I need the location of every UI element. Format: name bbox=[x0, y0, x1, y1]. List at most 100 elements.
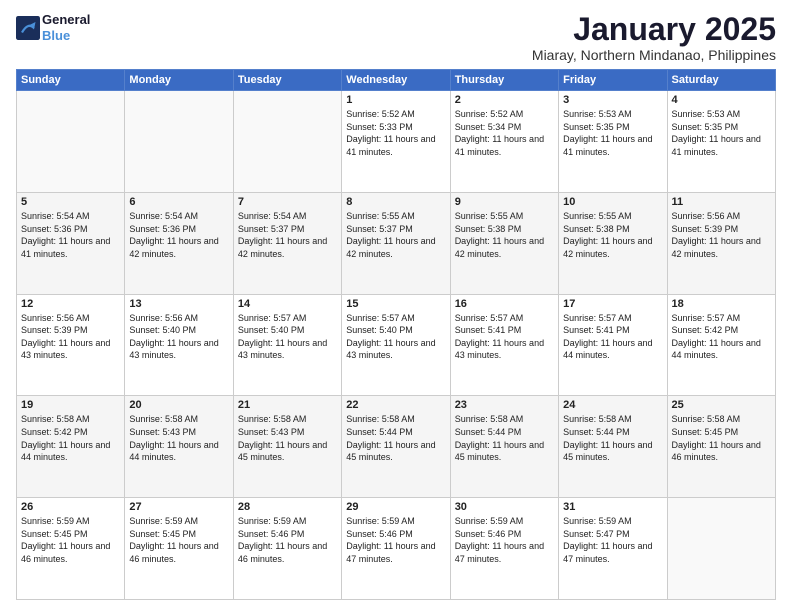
table-row: 5 Sunrise: 5:54 AMSunset: 5:36 PMDayligh… bbox=[17, 192, 125, 294]
logo-line1: General bbox=[42, 12, 90, 28]
logo-text: General Blue bbox=[42, 12, 90, 43]
cell-details: Sunrise: 5:58 AMSunset: 5:43 PMDaylight:… bbox=[238, 413, 337, 463]
cell-details: Sunrise: 5:53 AMSunset: 5:35 PMDaylight:… bbox=[563, 108, 662, 158]
day-number: 29 bbox=[346, 501, 445, 513]
table-row: 17 Sunrise: 5:57 AMSunset: 5:41 PMDaylig… bbox=[559, 294, 667, 396]
col-wednesday: Wednesday bbox=[342, 70, 450, 91]
cell-details: Sunrise: 5:57 AMSunset: 5:41 PMDaylight:… bbox=[455, 312, 554, 362]
cell-details: Sunrise: 5:59 AMSunset: 5:45 PMDaylight:… bbox=[21, 515, 120, 565]
table-row bbox=[125, 91, 233, 193]
month-title: January 2025 bbox=[532, 12, 776, 47]
table-row: 14 Sunrise: 5:57 AMSunset: 5:40 PMDaylig… bbox=[233, 294, 341, 396]
col-sunday: Sunday bbox=[17, 70, 125, 91]
cell-details: Sunrise: 5:57 AMSunset: 5:40 PMDaylight:… bbox=[238, 312, 337, 362]
table-row: 13 Sunrise: 5:56 AMSunset: 5:40 PMDaylig… bbox=[125, 294, 233, 396]
col-tuesday: Tuesday bbox=[233, 70, 341, 91]
cell-details: Sunrise: 5:59 AMSunset: 5:45 PMDaylight:… bbox=[129, 515, 228, 565]
cell-details: Sunrise: 5:57 AMSunset: 5:42 PMDaylight:… bbox=[672, 312, 771, 362]
table-row: 25 Sunrise: 5:58 AMSunset: 5:45 PMDaylig… bbox=[667, 396, 775, 498]
cell-details: Sunrise: 5:57 AMSunset: 5:41 PMDaylight:… bbox=[563, 312, 662, 362]
calendar-week-row: 19 Sunrise: 5:58 AMSunset: 5:42 PMDaylig… bbox=[17, 396, 776, 498]
table-row bbox=[667, 498, 775, 600]
cell-details: Sunrise: 5:53 AMSunset: 5:35 PMDaylight:… bbox=[672, 108, 771, 158]
day-number: 28 bbox=[238, 501, 337, 513]
table-row: 16 Sunrise: 5:57 AMSunset: 5:41 PMDaylig… bbox=[450, 294, 558, 396]
table-row: 7 Sunrise: 5:54 AMSunset: 5:37 PMDayligh… bbox=[233, 192, 341, 294]
cell-details: Sunrise: 5:54 AMSunset: 5:37 PMDaylight:… bbox=[238, 210, 337, 260]
table-row: 6 Sunrise: 5:54 AMSunset: 5:36 PMDayligh… bbox=[125, 192, 233, 294]
cell-details: Sunrise: 5:56 AMSunset: 5:39 PMDaylight:… bbox=[21, 312, 120, 362]
table-row: 3 Sunrise: 5:53 AMSunset: 5:35 PMDayligh… bbox=[559, 91, 667, 193]
day-number: 21 bbox=[238, 399, 337, 411]
cell-details: Sunrise: 5:59 AMSunset: 5:46 PMDaylight:… bbox=[238, 515, 337, 565]
col-saturday: Saturday bbox=[667, 70, 775, 91]
day-number: 24 bbox=[563, 399, 662, 411]
table-row: 8 Sunrise: 5:55 AMSunset: 5:37 PMDayligh… bbox=[342, 192, 450, 294]
table-row: 26 Sunrise: 5:59 AMSunset: 5:45 PMDaylig… bbox=[17, 498, 125, 600]
day-number: 26 bbox=[21, 501, 120, 513]
day-number: 8 bbox=[346, 196, 445, 208]
day-number: 18 bbox=[672, 298, 771, 310]
day-number: 30 bbox=[455, 501, 554, 513]
table-row: 23 Sunrise: 5:58 AMSunset: 5:44 PMDaylig… bbox=[450, 396, 558, 498]
cell-details: Sunrise: 5:52 AMSunset: 5:33 PMDaylight:… bbox=[346, 108, 445, 158]
logo: General Blue bbox=[16, 12, 90, 43]
cell-details: Sunrise: 5:58 AMSunset: 5:43 PMDaylight:… bbox=[129, 413, 228, 463]
day-number: 6 bbox=[129, 196, 228, 208]
day-number: 5 bbox=[21, 196, 120, 208]
cell-details: Sunrise: 5:54 AMSunset: 5:36 PMDaylight:… bbox=[21, 210, 120, 260]
day-number: 10 bbox=[563, 196, 662, 208]
day-number: 7 bbox=[238, 196, 337, 208]
calendar-table: Sunday Monday Tuesday Wednesday Thursday… bbox=[16, 69, 776, 600]
day-number: 13 bbox=[129, 298, 228, 310]
day-number: 25 bbox=[672, 399, 771, 411]
table-row: 4 Sunrise: 5:53 AMSunset: 5:35 PMDayligh… bbox=[667, 91, 775, 193]
cell-details: Sunrise: 5:58 AMSunset: 5:44 PMDaylight:… bbox=[346, 413, 445, 463]
cell-details: Sunrise: 5:52 AMSunset: 5:34 PMDaylight:… bbox=[455, 108, 554, 158]
calendar-week-row: 12 Sunrise: 5:56 AMSunset: 5:39 PMDaylig… bbox=[17, 294, 776, 396]
table-row: 28 Sunrise: 5:59 AMSunset: 5:46 PMDaylig… bbox=[233, 498, 341, 600]
cell-details: Sunrise: 5:55 AMSunset: 5:38 PMDaylight:… bbox=[455, 210, 554, 260]
page: General Blue January 2025 Miaray, Northe… bbox=[0, 0, 792, 612]
cell-details: Sunrise: 5:58 AMSunset: 5:44 PMDaylight:… bbox=[563, 413, 662, 463]
table-row bbox=[233, 91, 341, 193]
cell-details: Sunrise: 5:57 AMSunset: 5:40 PMDaylight:… bbox=[346, 312, 445, 362]
day-number: 14 bbox=[238, 298, 337, 310]
table-row: 29 Sunrise: 5:59 AMSunset: 5:46 PMDaylig… bbox=[342, 498, 450, 600]
day-number: 19 bbox=[21, 399, 120, 411]
day-number: 20 bbox=[129, 399, 228, 411]
table-row: 2 Sunrise: 5:52 AMSunset: 5:34 PMDayligh… bbox=[450, 91, 558, 193]
calendar-week-row: 5 Sunrise: 5:54 AMSunset: 5:36 PMDayligh… bbox=[17, 192, 776, 294]
table-row: 30 Sunrise: 5:59 AMSunset: 5:46 PMDaylig… bbox=[450, 498, 558, 600]
table-row: 24 Sunrise: 5:58 AMSunset: 5:44 PMDaylig… bbox=[559, 396, 667, 498]
day-number: 4 bbox=[672, 94, 771, 106]
table-row: 19 Sunrise: 5:58 AMSunset: 5:42 PMDaylig… bbox=[17, 396, 125, 498]
day-number: 22 bbox=[346, 399, 445, 411]
table-row: 20 Sunrise: 5:58 AMSunset: 5:43 PMDaylig… bbox=[125, 396, 233, 498]
cell-details: Sunrise: 5:59 AMSunset: 5:46 PMDaylight:… bbox=[455, 515, 554, 565]
col-friday: Friday bbox=[559, 70, 667, 91]
day-number: 15 bbox=[346, 298, 445, 310]
day-number: 17 bbox=[563, 298, 662, 310]
col-monday: Monday bbox=[125, 70, 233, 91]
logo-line2: Blue bbox=[42, 28, 70, 43]
calendar-week-row: 26 Sunrise: 5:59 AMSunset: 5:45 PMDaylig… bbox=[17, 498, 776, 600]
table-row: 31 Sunrise: 5:59 AMSunset: 5:47 PMDaylig… bbox=[559, 498, 667, 600]
cell-details: Sunrise: 5:58 AMSunset: 5:45 PMDaylight:… bbox=[672, 413, 771, 463]
table-row: 27 Sunrise: 5:59 AMSunset: 5:45 PMDaylig… bbox=[125, 498, 233, 600]
table-row: 21 Sunrise: 5:58 AMSunset: 5:43 PMDaylig… bbox=[233, 396, 341, 498]
calendar-header-row: Sunday Monday Tuesday Wednesday Thursday… bbox=[17, 70, 776, 91]
table-row: 22 Sunrise: 5:58 AMSunset: 5:44 PMDaylig… bbox=[342, 396, 450, 498]
table-row: 11 Sunrise: 5:56 AMSunset: 5:39 PMDaylig… bbox=[667, 192, 775, 294]
cell-details: Sunrise: 5:59 AMSunset: 5:46 PMDaylight:… bbox=[346, 515, 445, 565]
table-row: 15 Sunrise: 5:57 AMSunset: 5:40 PMDaylig… bbox=[342, 294, 450, 396]
title-block: January 2025 Miaray, Northern Mindanao, … bbox=[532, 12, 776, 63]
day-number: 12 bbox=[21, 298, 120, 310]
day-number: 2 bbox=[455, 94, 554, 106]
header: General Blue January 2025 Miaray, Northe… bbox=[16, 12, 776, 63]
table-row: 1 Sunrise: 5:52 AMSunset: 5:33 PMDayligh… bbox=[342, 91, 450, 193]
cell-details: Sunrise: 5:59 AMSunset: 5:47 PMDaylight:… bbox=[563, 515, 662, 565]
cell-details: Sunrise: 5:54 AMSunset: 5:36 PMDaylight:… bbox=[129, 210, 228, 260]
table-row: 18 Sunrise: 5:57 AMSunset: 5:42 PMDaylig… bbox=[667, 294, 775, 396]
day-number: 1 bbox=[346, 94, 445, 106]
